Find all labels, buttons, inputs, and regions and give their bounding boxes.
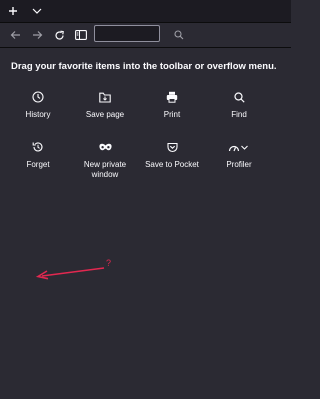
browser-window: Drag your favorite items into the toolba… — [0, 0, 291, 399]
clock-icon — [31, 90, 45, 104]
palette-item-new-private-window[interactable]: New private window — [75, 140, 135, 180]
plus-icon — [8, 6, 18, 16]
palette-item-history[interactable]: History — [8, 90, 68, 120]
forward-arrow-icon — [32, 30, 43, 40]
palette-item-label: Forget — [26, 160, 50, 169]
folder-save-icon — [98, 90, 112, 104]
palette-item-label: Profiler — [226, 160, 252, 169]
search-icon — [174, 30, 184, 40]
palette-item-label: Print — [163, 110, 181, 119]
navigation-toolbar — [0, 23, 291, 48]
profiler-gauge-icon — [228, 140, 250, 154]
annotation-arrow-icon — [34, 258, 106, 280]
palette-item-save-page[interactable]: Save page — [75, 90, 135, 120]
annotation-question-mark: ? — [106, 258, 112, 268]
reload-button[interactable] — [50, 26, 68, 44]
customize-heading: Drag your favorite items into the toolba… — [11, 61, 277, 72]
forget-history-icon — [31, 140, 45, 154]
palette-item-label: New private window — [83, 160, 127, 179]
sidebar-icon — [75, 30, 87, 40]
magnifier-icon — [232, 90, 246, 104]
printer-icon — [165, 90, 179, 104]
palette-item-label: Save page — [85, 110, 125, 119]
private-mask-icon — [98, 140, 112, 154]
palette-item-find[interactable]: Find — [209, 90, 269, 120]
reload-icon — [54, 30, 65, 41]
tab-bar — [0, 0, 291, 23]
palette-item-label: Save to Pocket — [145, 160, 199, 169]
new-tab-button[interactable] — [4, 2, 22, 20]
palette-item-print[interactable]: Print — [142, 90, 202, 120]
chevron-down-icon — [32, 7, 42, 15]
back-arrow-icon — [10, 30, 21, 40]
url-input[interactable] — [94, 25, 160, 42]
palette-item-label: Find — [231, 110, 247, 119]
palette-item-save-to-pocket[interactable]: Save to Pocket — [142, 140, 202, 170]
palette-item-forget[interactable]: Forget — [8, 140, 68, 170]
list-all-tabs-button[interactable] — [28, 2, 46, 20]
sidebar-button[interactable] — [72, 26, 90, 44]
forward-button[interactable] — [28, 26, 46, 44]
back-button[interactable] — [6, 26, 24, 44]
pocket-icon — [165, 140, 179, 154]
palette-item-profiler[interactable]: Profiler — [209, 140, 269, 170]
search-button[interactable] — [170, 26, 188, 44]
palette-item-label: History — [25, 110, 51, 119]
